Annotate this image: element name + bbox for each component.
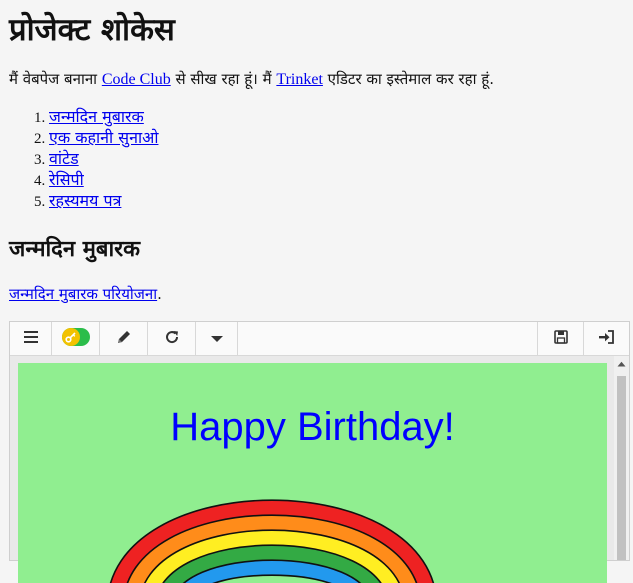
- menu-icon: [23, 329, 39, 348]
- trinket-toolbar: [10, 322, 629, 356]
- project-list: जन्मदिन मुबारक एक कहानी सुनाओ वांटेड रेस…: [9, 106, 158, 211]
- project-line: जन्मदिन मुबारक परियोजना.: [9, 283, 162, 305]
- output-canvas: Happy Birthday!: [18, 363, 607, 583]
- project-link-birthday[interactable]: जन्मदिन मुबारक: [49, 107, 144, 126]
- code-club-link[interactable]: Code Club: [102, 71, 171, 88]
- save-icon: [553, 329, 569, 349]
- autorun-toggle[interactable]: [52, 322, 100, 355]
- intro-text-1: मैं वेबपेज बनाना: [9, 70, 102, 88]
- refresh-button[interactable]: [148, 322, 196, 355]
- edit-button[interactable]: [100, 322, 148, 355]
- project-link-recipe[interactable]: रेसिपी: [49, 170, 84, 189]
- caret-down-icon: [210, 329, 224, 348]
- list-item: रेसिपी: [49, 169, 158, 190]
- sign-in-button[interactable]: [583, 322, 629, 355]
- project-link-mystery[interactable]: रहस्यमय पत्र: [49, 191, 121, 210]
- intro-text-3: एडिटर का इस्तेमाल कर रहा हूं.: [322, 70, 494, 88]
- sign-in-icon: [598, 329, 615, 349]
- list-item: जन्मदिन मुबारक: [49, 106, 158, 127]
- project-link-story[interactable]: एक कहानी सुनाओ: [49, 128, 158, 147]
- trinket-embed: Happy Birthday!: [9, 321, 630, 583]
- list-item: रहस्यमय पत्र: [49, 190, 158, 211]
- intro-paragraph: मैं वेबपेज बनाना Code Club से सीख रहा हू…: [9, 68, 629, 91]
- scroll-up-arrow[interactable]: [614, 356, 629, 372]
- project-link-wanted[interactable]: वांटेड: [49, 149, 79, 168]
- intro-text-2: से सीख रहा हूं। मैं: [170, 70, 277, 88]
- pencil-icon: [116, 329, 132, 349]
- page-title: प्रोजेक्ट शोकेस: [9, 12, 175, 48]
- project-suffix: .: [157, 285, 162, 303]
- toolbar-right: [537, 322, 629, 355]
- trinket-output: Happy Birthday!: [10, 356, 629, 583]
- more-menu-button[interactable]: [196, 322, 238, 355]
- key-toggle-icon: [59, 326, 93, 352]
- list-item: वांटेड: [49, 148, 158, 169]
- save-button[interactable]: [537, 322, 583, 355]
- refresh-icon: [164, 329, 180, 349]
- menu-button[interactable]: [10, 322, 52, 355]
- birthday-project-link[interactable]: जन्मदिन मुबारक परियोजना: [9, 285, 157, 303]
- section-heading: जन्मदिन मुबारक: [9, 237, 141, 262]
- scrollbar[interactable]: [614, 356, 629, 560]
- rainbow-image: [110, 499, 434, 583]
- trinket-link[interactable]: Trinket: [276, 71, 323, 88]
- scroll-thumb[interactable]: [617, 376, 626, 560]
- list-item: एक कहानी सुनाओ: [49, 127, 158, 148]
